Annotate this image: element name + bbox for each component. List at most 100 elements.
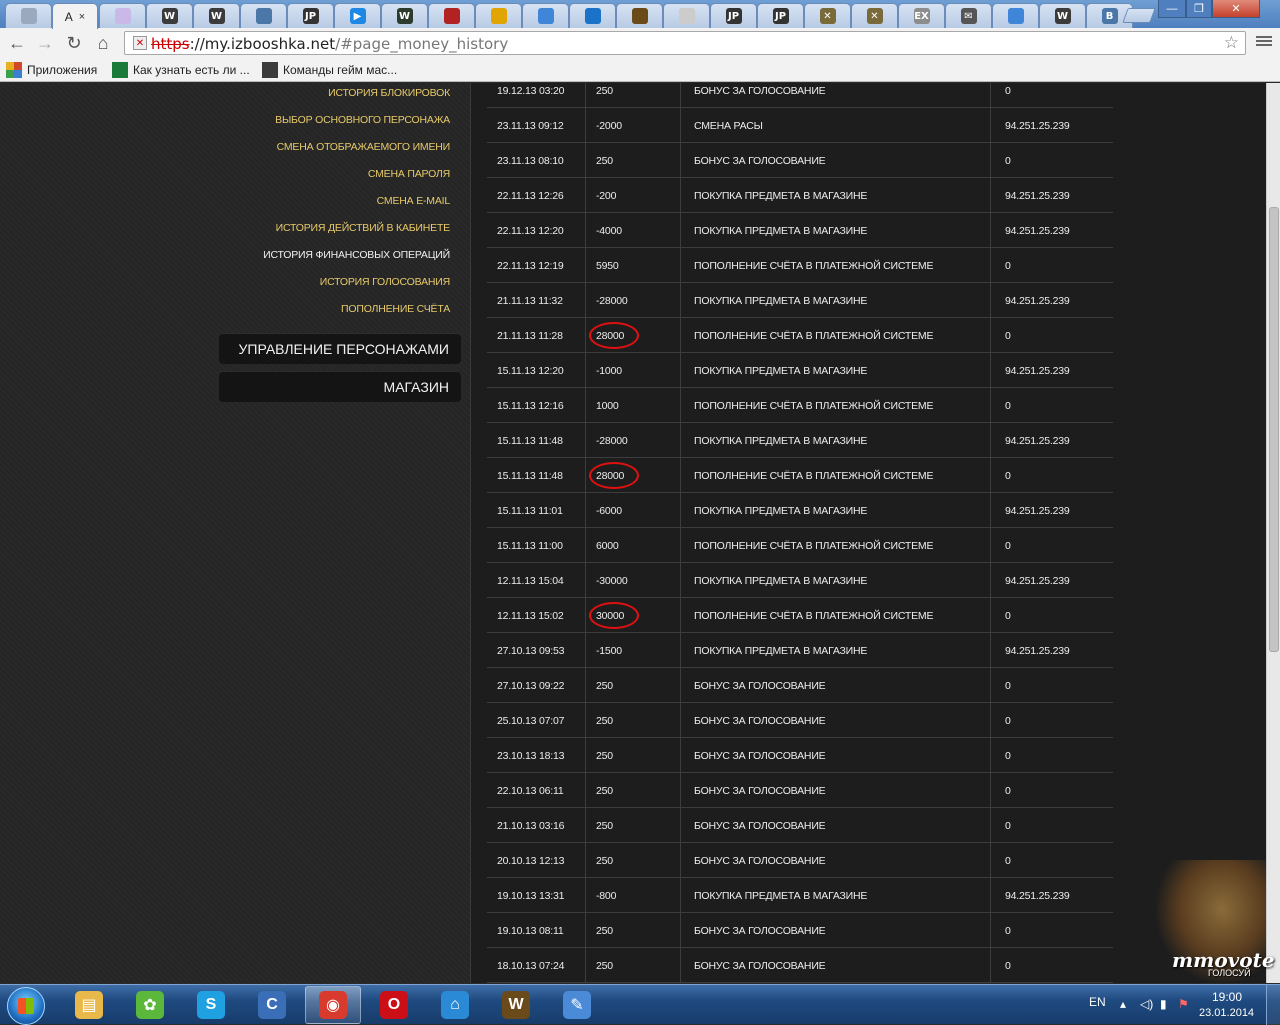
amount-cell: -4000 <box>586 213 681 248</box>
tab[interactable]: JP <box>757 3 804 28</box>
amount-cell: 250 <box>586 143 681 178</box>
scrollbar-thumb[interactable] <box>1269 207 1279 652</box>
amount-cell: 250 <box>586 773 681 808</box>
sidebar-link[interactable]: Выбор основного персонажа <box>275 114 450 126</box>
tab[interactable] <box>475 3 522 28</box>
sidebar-link[interactable]: История блокировок <box>328 87 450 99</box>
sidebar-link[interactable]: Пополнение счёта <box>341 303 450 315</box>
start-button[interactable] <box>7 987 45 1025</box>
taskbar-app-button[interactable]: ⌂ <box>427 986 483 1024</box>
tab[interactable] <box>663 3 710 28</box>
new-tab-button[interactable] <box>1122 8 1156 23</box>
ip-cell: 0 <box>1005 539 1011 552</box>
tab[interactable]: JP <box>710 3 757 28</box>
taskbar-app-button[interactable]: ✎ <box>549 986 605 1024</box>
tab-icon-jp: JP <box>725 8 742 24</box>
date-cell: 23.11.13 09:12 <box>487 108 586 143</box>
tab-icon-2 <box>114 8 131 24</box>
date-cell: 18.10.13 07:24 <box>487 948 586 983</box>
description-cell: Бонус за голосование <box>681 808 991 843</box>
amount-cell: -30000 <box>586 563 681 598</box>
tab[interactable]: W <box>381 3 428 28</box>
tab[interactable] <box>5 3 52 28</box>
bookmark-star-icon[interactable]: ☆ <box>1224 33 1239 53</box>
tab[interactable] <box>569 3 616 28</box>
network-icon[interactable]: ▮ <box>1160 997 1167 1011</box>
taskbar-app-button[interactable]: S <box>183 986 239 1024</box>
shop-button[interactable]: Магазин <box>219 371 461 402</box>
tab[interactable] <box>992 3 1039 28</box>
tab[interactable]: JP <box>287 3 334 28</box>
mmovote-widget[interactable]: mmovote голосуй <box>1138 860 1275 983</box>
tab[interactable]: W <box>1039 3 1086 28</box>
amount-cell: -28000 <box>586 423 681 458</box>
tab[interactable] <box>240 3 287 28</box>
tab[interactable]: ✕ <box>804 3 851 28</box>
tab-icon-wow: W <box>208 8 225 24</box>
date-cell: 15.11.13 11:48 <box>487 423 586 458</box>
ip-cell: 0 <box>1005 959 1011 972</box>
back-button[interactable]: ← <box>6 32 28 54</box>
tab[interactable] <box>616 3 663 28</box>
taskbar-app-button[interactable]: O <box>366 986 422 1024</box>
page-scrollbar[interactable] <box>1266 83 1280 983</box>
sidebar-link[interactable]: Смена отображаемого имени <box>277 141 451 153</box>
tab-icon-x: ✕ <box>819 8 836 24</box>
date-cell: 23.11.13 08:10 <box>487 143 586 178</box>
sidebar-link[interactable]: История голосования <box>320 276 450 288</box>
taskbar-app-button[interactable]: ◉ <box>305 986 361 1024</box>
speaker-icon[interactable]: ◁) <box>1140 997 1153 1011</box>
tab-close-icon[interactable]: × <box>79 11 85 23</box>
taskbar-app-button[interactable]: W <box>488 986 544 1024</box>
tab[interactable] <box>428 3 475 28</box>
description-cell: Пополнение счёта в платежной системе <box>681 458 991 493</box>
home-button[interactable]: ⌂ <box>92 32 114 54</box>
bookmark-item[interactable]: Приложения <box>6 62 97 78</box>
tab[interactable]: ✕ <box>851 3 898 28</box>
tab[interactable] <box>522 3 569 28</box>
description-cell: Бонус за голосование <box>681 913 991 948</box>
sidebar-link[interactable]: История действий в кабинете <box>276 222 451 234</box>
action-center-flag-icon[interactable]: ⚑ <box>1178 997 1189 1011</box>
bookmark-item[interactable]: Как узнать есть ли ... <box>112 62 250 78</box>
sidebar-link[interactable]: История финансовых операций <box>263 249 450 261</box>
sidebar-link[interactable]: Смена пароля <box>368 168 450 180</box>
reload-button[interactable]: ↻ <box>63 32 85 54</box>
language-indicator[interactable]: EN <box>1089 995 1106 1009</box>
tab-active[interactable]: A × <box>52 3 98 29</box>
tab[interactable]: ▶ <box>334 3 381 28</box>
taskbar-app-button[interactable]: ▤ <box>61 986 117 1024</box>
skype-icon: S <box>197 991 225 1019</box>
tab[interactable]: ✉ <box>945 3 992 28</box>
table-row: 15.11.13 11:48 28000 Пополнение счёта в пл… <box>487 458 1113 493</box>
taskbar-app-button[interactable]: C <box>244 986 300 1024</box>
clock-time[interactable]: 19:00 <box>1212 990 1242 1004</box>
maximize-button[interactable]: ❐ <box>1186 0 1212 18</box>
forward-button[interactable]: → <box>34 32 56 54</box>
tab[interactable]: W <box>193 3 240 28</box>
tab[interactable] <box>99 3 146 28</box>
taskbar-app-button[interactable]: ✿ <box>122 986 178 1024</box>
browser-tab-strip: A × W W JP ▶ W JP JP ✕ ✕ EX ✉ W B <box>0 0 1280 29</box>
table-row: 15.11.13 12:20 -1000 Покупка предмета в ма… <box>487 353 1113 388</box>
ip-cell: 0 <box>1005 784 1011 797</box>
chrome-menu-icon[interactable] <box>1256 34 1272 50</box>
tab[interactable]: EX <box>898 3 945 28</box>
show-desktop-button[interactable] <box>1266 985 1280 1025</box>
tray-expand-icon[interactable]: ▴ <box>1120 997 1126 1011</box>
ip-cell: 0 <box>1005 854 1011 867</box>
tab[interactable]: W <box>146 3 193 28</box>
highlight-circle <box>589 602 639 629</box>
address-bar[interactable]: ✕ https://my.izbooshka.net/#page_money_h… <box>124 31 1246 55</box>
sidebar-link[interactable]: Смена E-mail <box>377 195 451 207</box>
clock-date[interactable]: 23.01.2014 <box>1199 1007 1254 1019</box>
insecure-lock-icon[interactable]: ✕ <box>133 36 147 50</box>
description-cell: Бонус за голосование <box>681 738 991 773</box>
minimize-button[interactable]: — <box>1158 0 1186 18</box>
ip-cell: 94.251.25.239 <box>1005 574 1070 587</box>
amount-cell: 250 <box>586 913 681 948</box>
bookmark-item[interactable]: Команды гейм мас... <box>262 62 397 78</box>
date-cell: 19.10.13 08:11 <box>487 913 586 948</box>
manage-characters-button[interactable]: Управление персонажами <box>219 333 461 364</box>
close-window-button[interactable]: ✕ <box>1212 0 1260 18</box>
